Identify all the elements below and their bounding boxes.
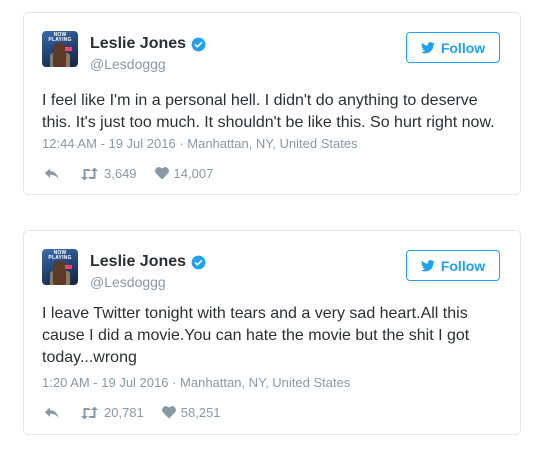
author-row: Leslie Jones — [90, 35, 206, 53]
retweet-icon — [81, 406, 98, 419]
tweet-text: I leave Twitter tonight with tears and a… — [42, 305, 470, 366]
retweet-button[interactable]: 20,781 — [80, 405, 144, 420]
heart-icon — [161, 406, 176, 419]
reply-button[interactable] — [44, 407, 60, 419]
tweet-card: NOW PLAYING Leslie Jones @Lesdoggg Follo… — [23, 12, 521, 195]
follow-button[interactable]: Follow — [406, 32, 500, 63]
author-handle[interactable]: @Lesdoggg — [90, 274, 166, 290]
author-name[interactable]: Leslie Jones — [90, 35, 186, 53]
twitter-bird-icon — [420, 41, 435, 53]
reply-icon — [44, 407, 59, 418]
verified-icon — [191, 37, 206, 51]
tweet-timestamp-location[interactable]: 1:20 AM - 19 Jul 2016 · Manhattan, NY, U… — [42, 375, 350, 391]
verified-icon — [191, 255, 206, 269]
reply-icon — [44, 168, 59, 179]
tweet-text: I feel like I'm in a personal hell. I di… — [42, 92, 495, 131]
tweet-timestamp-location[interactable]: 12:44 AM - 19 Jul 2016 · Manhattan, NY, … — [42, 136, 358, 152]
retweet-count: 3,649 — [104, 166, 137, 181]
retweet-button[interactable]: 3,649 — [80, 166, 137, 181]
reply-button[interactable] — [44, 168, 60, 180]
follow-button[interactable]: Follow — [406, 250, 500, 281]
retweet-count: 20,781 — [104, 405, 144, 420]
follow-button-label: Follow — [440, 257, 486, 274]
retweet-icon — [81, 167, 98, 180]
like-count: 14,007 — [173, 166, 214, 181]
author-name[interactable]: Leslie Jones — [90, 253, 186, 271]
author-handle[interactable]: @Lesdoggg — [90, 56, 166, 72]
like-button[interactable]: 58,251 — [161, 405, 221, 420]
avatar[interactable]: NOW PLAYING — [42, 249, 78, 285]
twitter-bird-icon — [420, 259, 435, 271]
avatar[interactable]: NOW PLAYING — [42, 31, 78, 67]
tweet-actions: 20,781 58,251 — [44, 405, 239, 420]
tweet-actions: 3,649 14,007 — [44, 166, 231, 181]
heart-icon — [154, 167, 169, 180]
tweet-card: NOW PLAYING Leslie Jones @Lesdoggg Follo… — [23, 230, 521, 435]
like-button[interactable]: 14,007 — [154, 166, 214, 181]
like-count: 58,251 — [180, 405, 221, 420]
avatar-tag-text: NOW PLAYING — [48, 32, 72, 43]
author-row: Leslie Jones — [90, 253, 206, 271]
follow-button-label: Follow — [440, 39, 486, 56]
avatar-tag-text: NOW PLAYING — [48, 250, 72, 261]
